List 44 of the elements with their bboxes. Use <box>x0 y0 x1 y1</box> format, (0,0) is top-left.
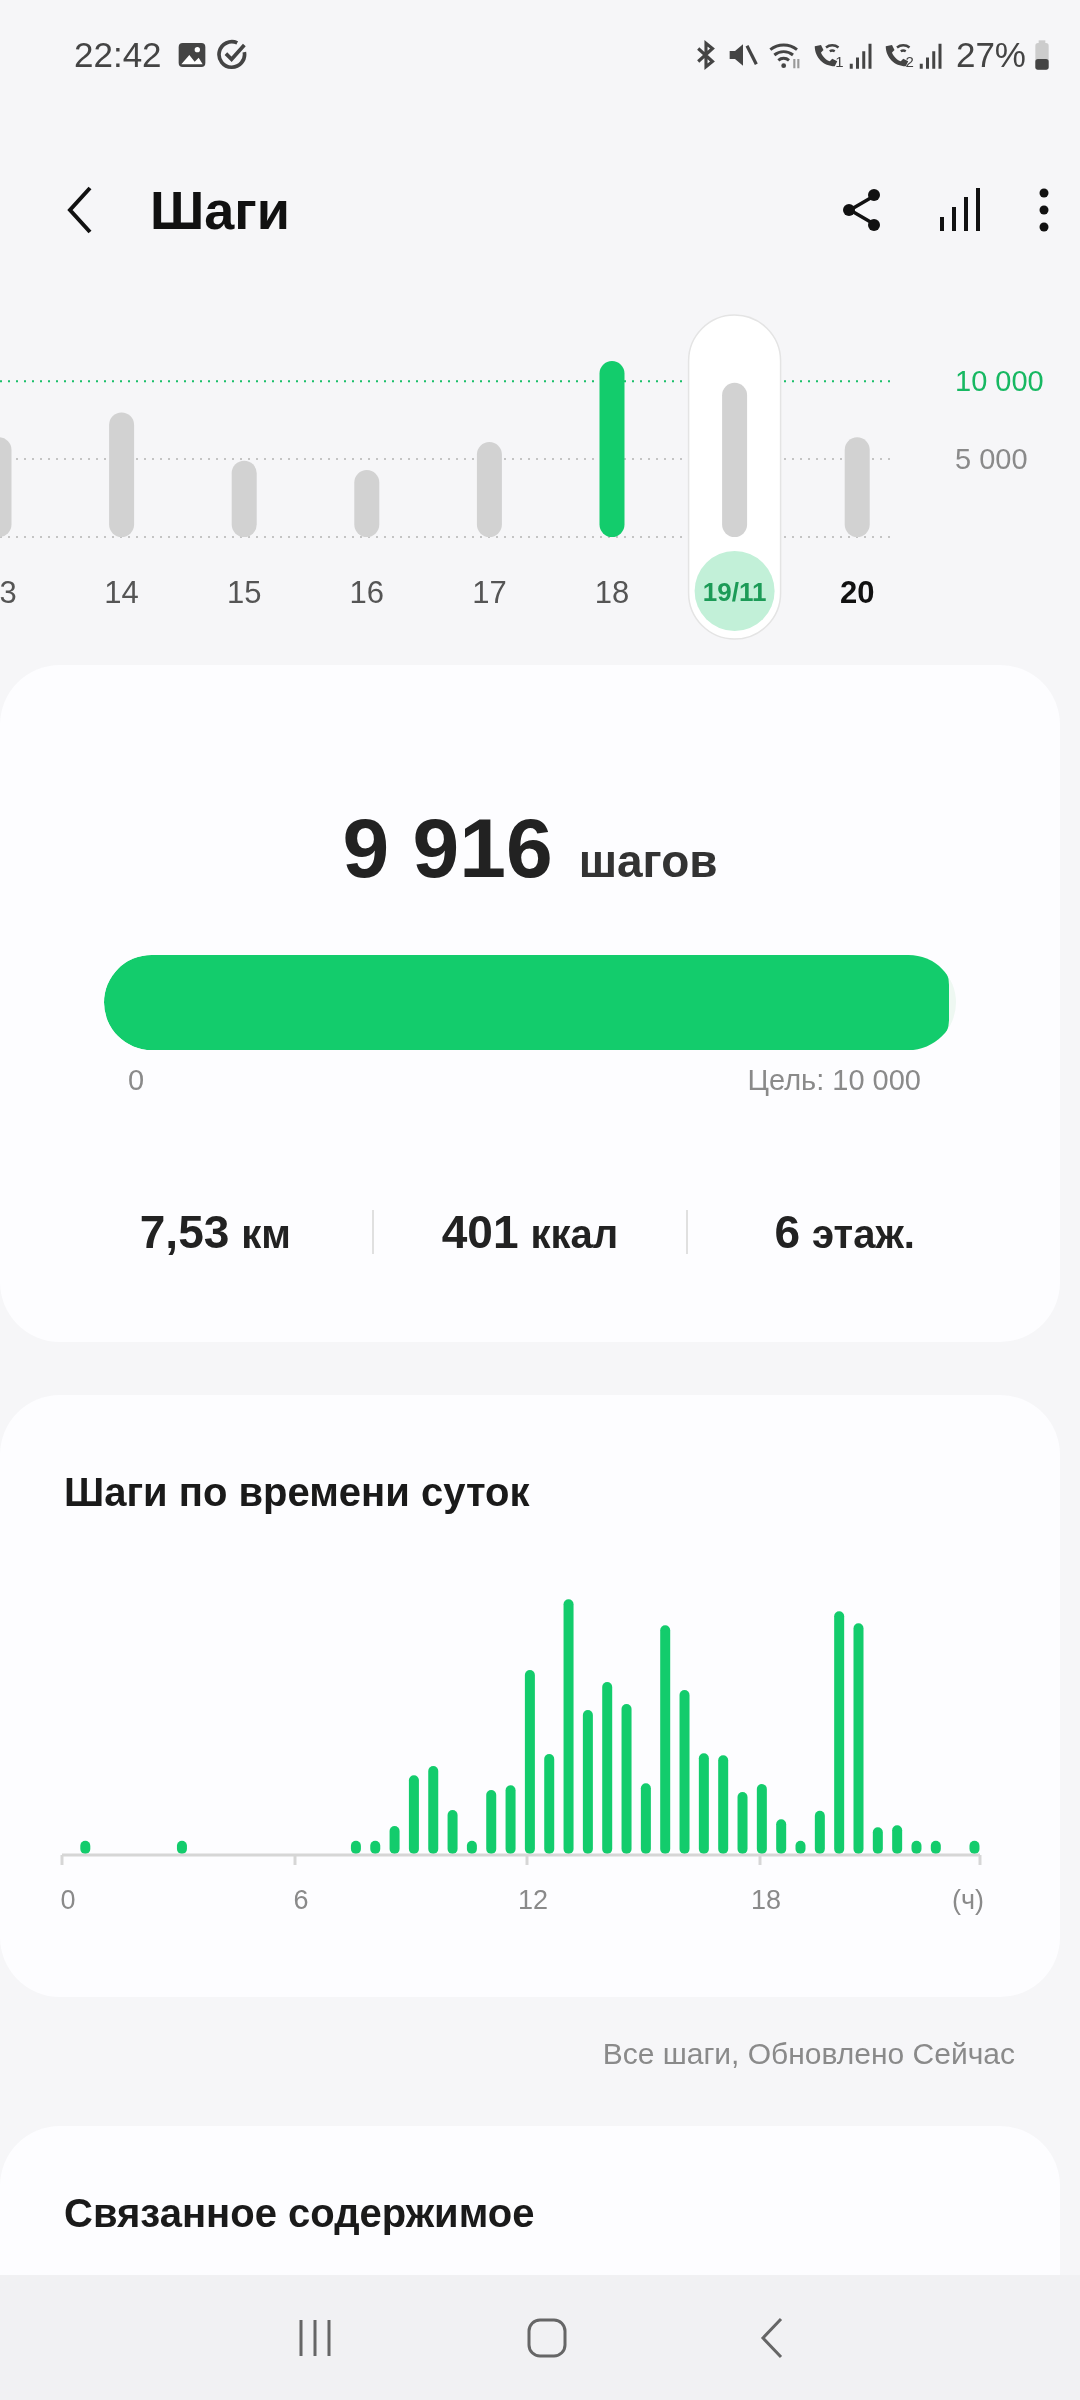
goal-label: Цель: 10 000 <box>747 1064 921 1097</box>
y-tick-label: 10 000 <box>955 365 1044 398</box>
x-tick-label: 18 <box>751 1885 781 1915</box>
day-label[interactable]: 20 <box>839 575 875 610</box>
page-title: Шаги <box>150 179 290 241</box>
day-bar[interactable] <box>0 437 12 538</box>
day-label[interactable]: 14 <box>104 575 139 610</box>
day-label[interactable]: 17 <box>472 575 507 610</box>
day-label[interactable]: 3 <box>0 575 17 610</box>
update-note: Все шаги, Обновлено Сейчас <box>601 2037 1016 2071</box>
stat-value: 6 <box>774 1205 801 1259</box>
stat-unit: км <box>241 1212 291 1257</box>
step-unit: шагов <box>578 834 718 888</box>
day-label[interactable]: 15 <box>226 575 262 610</box>
sim-number: 1 <box>835 53 844 70</box>
back-icon[interactable] <box>66 185 94 235</box>
day-bar[interactable] <box>844 437 870 538</box>
stat-value: 7,53 <box>139 1205 230 1259</box>
sim-number: 2 <box>905 53 914 70</box>
day-bar[interactable] <box>722 382 748 538</box>
day-bar[interactable] <box>231 460 257 538</box>
y-tick-label: 5 000 <box>955 443 1028 476</box>
status-time: 22:42 <box>74 35 162 75</box>
section-title: Связанное содержимое <box>63 2190 536 2237</box>
battery-percent: 27% <box>955 35 1026 75</box>
more-options-icon[interactable] <box>1038 187 1050 233</box>
day-bar[interactable] <box>354 470 380 538</box>
x-tick-label: 6 <box>293 1885 309 1915</box>
x-tick-label: 0 <box>60 1885 76 1915</box>
day-bar[interactable] <box>599 361 625 538</box>
battery-icon <box>1034 39 1050 71</box>
day-label[interactable]: 18 <box>594 575 630 610</box>
x-tick-label: (ч) <box>951 1885 984 1915</box>
scale-start: 0 <box>128 1064 145 1097</box>
stat-unit: ккал <box>530 1212 619 1257</box>
stat-value: 401 <box>441 1205 519 1259</box>
day-label[interactable]: 16 <box>349 575 385 610</box>
section-title: Шаги по времени суток <box>63 1469 531 1516</box>
step-count: 9 916 <box>342 800 553 897</box>
x-tick-label: 12 <box>518 1885 548 1915</box>
day-bar[interactable] <box>109 412 135 538</box>
day-bar[interactable] <box>476 442 502 538</box>
home-icon[interactable] <box>526 2316 568 2359</box>
stat-unit: этаж. <box>812 1212 915 1257</box>
